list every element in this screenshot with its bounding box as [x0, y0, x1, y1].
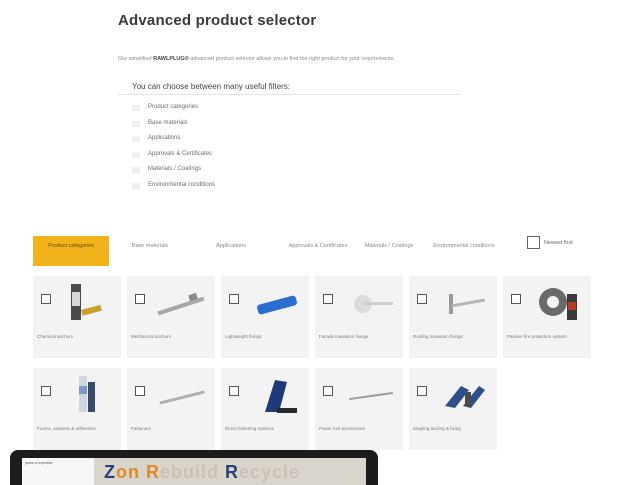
category-label: Power tool accessories	[319, 426, 366, 431]
insulation-fixing-icon	[354, 295, 393, 313]
bullet-icon	[132, 151, 140, 158]
page-title: Advanced product selector	[118, 12, 317, 29]
filter-label: Environmental conditions	[148, 181, 216, 188]
promo-laptop: years of expertise Zon Rebuild Recycle	[0, 446, 380, 485]
divider	[118, 94, 460, 95]
category-checkbox[interactable]	[41, 386, 51, 396]
intro-suffix: advanced product selector allows you to …	[190, 56, 396, 62]
category-checkbox[interactable]	[511, 294, 521, 304]
filter-label: Approvals & Certificates	[148, 150, 213, 157]
bullet-icon	[132, 182, 140, 189]
intro-prefix: Our simplified	[118, 56, 152, 62]
tab-product-categories[interactable]: Product categories	[33, 236, 109, 266]
bullet-icon	[132, 167, 140, 173]
category-card[interactable]: Fasteners	[127, 368, 215, 450]
category-card[interactable]: Chemical anchors	[33, 276, 121, 358]
category-checkbox[interactable]	[41, 294, 51, 304]
headline-part: Z	[104, 462, 116, 482]
category-checkbox[interactable]	[229, 294, 239, 304]
bullet-icon	[132, 120, 140, 127]
drill-bit-icon	[349, 391, 393, 401]
filter-list-item: Applications	[132, 135, 215, 151]
filter-label: Applications	[148, 135, 181, 141]
anchor-bolt-icon	[157, 292, 205, 316]
tab-materials-coatings[interactable]: Materials / Coatings	[359, 236, 419, 266]
filter-list-item: Environmental conditions	[132, 182, 215, 198]
plug-icon	[257, 295, 297, 315]
category-label: Direct fastening systems	[225, 426, 275, 431]
category-checkbox[interactable]	[135, 294, 145, 304]
category-card[interactable]: Direct fastening systems	[221, 368, 309, 450]
category-label: Facade insulation fixings	[319, 334, 369, 339]
category-card[interactable]: Roofing insulation fixings	[409, 276, 497, 358]
filter-list-item: Base materials	[132, 120, 215, 136]
headline-part: ecycle	[239, 462, 301, 482]
fire-sealant-icon	[539, 288, 577, 320]
screw-icon	[159, 390, 205, 405]
filters-heading: You can choose between many useful filte…	[132, 82, 291, 91]
category-card[interactable]: Foams, sealants & adhesives	[33, 368, 121, 450]
cartridge-icon	[71, 284, 102, 320]
filter-label: Materials / Coatings	[148, 166, 202, 172]
category-label: Roofing insulation fixings	[413, 334, 463, 339]
tab-base-materials[interactable]: Base materials	[115, 236, 185, 266]
category-label: Chemical anchors	[37, 334, 74, 339]
filter-tabs: Product categories Base materials Applic…	[33, 236, 593, 266]
newest-first-toggle[interactable]: Newest first	[527, 236, 573, 249]
category-checkbox[interactable]	[323, 386, 333, 396]
category-label: Mechanical anchors	[131, 334, 172, 339]
category-card[interactable]: Facade insulation fixings	[315, 276, 403, 358]
staple-gun-icon	[445, 386, 485, 408]
category-label: Passive fire protection system	[507, 334, 567, 339]
intro-brand: RAWLPLUG®	[153, 56, 189, 62]
headline-part: R	[146, 462, 161, 482]
foam-can-icon	[79, 376, 95, 412]
tab-approvals-certificates[interactable]: Approvals & Certificates	[283, 236, 353, 266]
newest-first-label: Newest first	[544, 239, 573, 246]
filter-list: Product categories Base materials Applic…	[132, 104, 215, 197]
nail-gun-icon	[265, 380, 297, 413]
newest-first-checkbox[interactable]	[527, 236, 540, 249]
category-label: Stapling tacking & fixing	[413, 426, 461, 431]
filter-list-item: Approvals & Certificates	[132, 151, 215, 167]
category-label: Fasteners	[131, 426, 152, 431]
filter-label: Product categories	[148, 104, 199, 110]
headline-part: R	[219, 462, 240, 482]
category-card[interactable]: Stapling tacking & fixing	[409, 368, 497, 450]
bullet-icon	[132, 136, 140, 142]
tab-applications[interactable]: Applications	[201, 236, 261, 266]
category-card[interactable]: Lightweight fixings	[221, 276, 309, 358]
category-card[interactable]: Passive fire protection system	[503, 276, 591, 358]
roofing-fixing-icon	[449, 294, 486, 314]
category-checkbox[interactable]	[417, 294, 427, 304]
promo-headline: Zon Rebuild Recycle	[104, 462, 300, 483]
category-card[interactable]: Power tool accessories	[315, 368, 403, 450]
category-card[interactable]: Mechanical anchors	[127, 276, 215, 358]
bullet-icon	[132, 105, 140, 111]
category-checkbox[interactable]	[135, 386, 145, 396]
product-selector-page: Advanced product selector Our simplified…	[0, 0, 636, 485]
category-label: Lightweight fixings	[225, 334, 262, 339]
filter-label: Base materials	[148, 119, 188, 126]
category-label: Foams, sealants & adhesives	[37, 426, 96, 431]
filter-list-item: Materials / Coatings	[132, 166, 215, 182]
category-checkbox[interactable]	[417, 386, 427, 396]
category-checkbox[interactable]	[323, 294, 333, 304]
intro-text: Our simplified RAWLPLUG® advanced produc…	[118, 55, 458, 63]
tab-environmental-conditions[interactable]: Environmental conditions	[429, 236, 499, 266]
category-checkbox[interactable]	[229, 386, 239, 396]
filter-list-item: Product categories	[132, 104, 215, 120]
promo-screen-left: years of expertise	[22, 458, 94, 485]
headline-part: ebuild	[160, 462, 220, 482]
headline-part: on	[116, 462, 140, 482]
